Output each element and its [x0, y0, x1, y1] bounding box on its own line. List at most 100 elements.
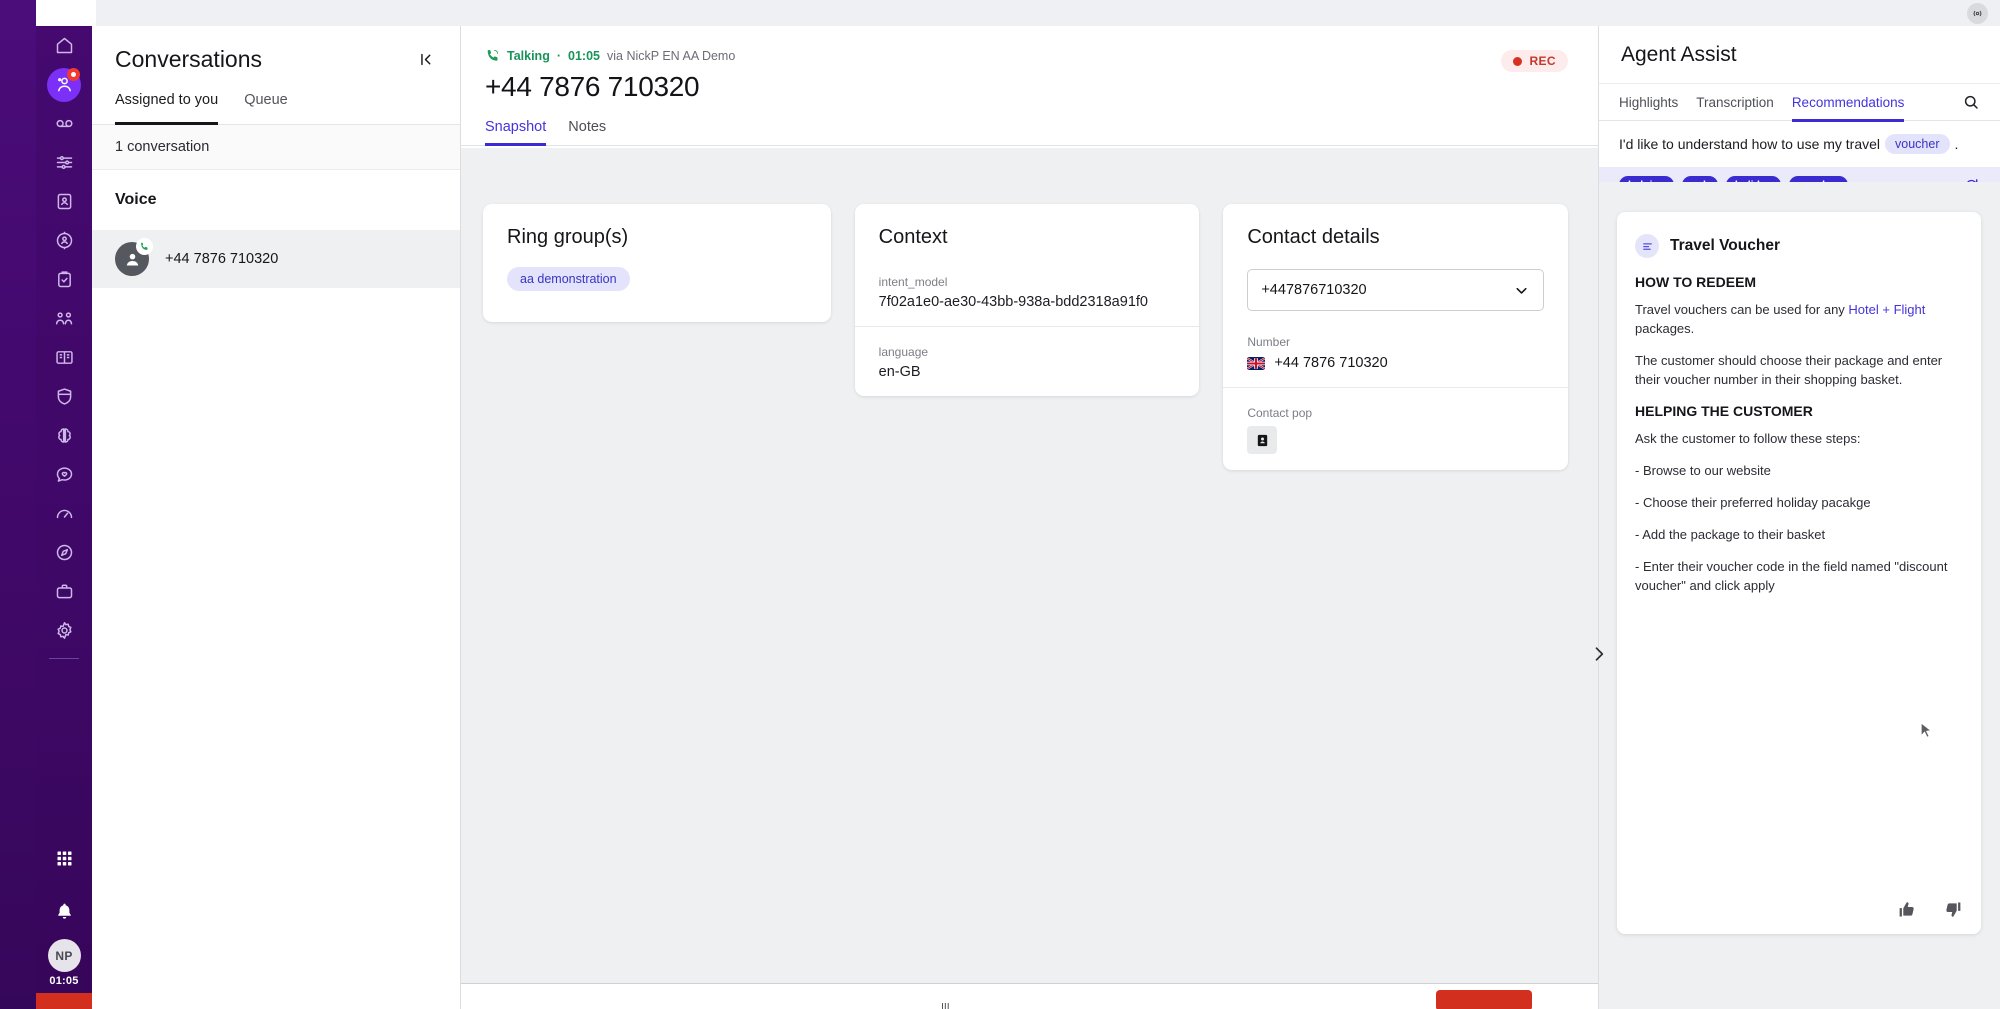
sidebar-item-contacts[interactable] — [36, 182, 92, 221]
sidebar-item-feedback[interactable] — [36, 455, 92, 494]
contact-details-title: Contact details — [1247, 226, 1380, 248]
contact-details-card: Contact details +447876710320 Number +44… — [1223, 204, 1569, 470]
knowledge-card-header: Travel Voucher — [1635, 234, 1963, 258]
page-title: Conversations — [115, 45, 263, 72]
agent-assist-panel: Agent Assist Highlights Transcription Re… — [1595, 26, 2000, 1009]
feedback-buttons — [1897, 899, 1963, 920]
search-icon[interactable] — [1962, 93, 1980, 111]
sidebar-item-campaigns[interactable] — [36, 221, 92, 260]
browser-tab-stub — [36, 0, 96, 26]
snapshot-cards: Ring group(s) aa demonstration Context i… — [461, 148, 1598, 983]
contact-pop-row: Contact pop — [1223, 387, 1569, 470]
kb-paragraph-2: The customer should choose their package… — [1635, 352, 1943, 387]
call-number: +44 7876 710320 — [485, 71, 700, 102]
utterance-before: I'd like to understand how to use my tra… — [1619, 136, 1881, 152]
end-call-button[interactable] — [1436, 990, 1532, 1009]
sidebar-item-quality[interactable] — [36, 377, 92, 416]
kb-paragraph-3: Ask the customer to follow these steps: — [1635, 431, 1861, 447]
context-label: language — [878, 345, 929, 359]
chevron-right-icon[interactable] — [1589, 644, 1609, 669]
contact-select-value: +447876710320 — [1261, 282, 1367, 298]
kb-p1-before: Travel vouchers can be used for any — [1635, 302, 1849, 317]
kb-step-1: - Browse to our website — [1635, 463, 1771, 479]
rail-divider — [49, 658, 79, 659]
window-top-strip — [0, 0, 2000, 26]
call-duration: 01:05 — [568, 48, 600, 63]
sidebar-item-performance[interactable] — [36, 494, 92, 533]
conversations-header: Conversations — [92, 26, 460, 92]
contact-number-label: Number — [1247, 335, 1291, 349]
rail-timer: 01:05 — [49, 975, 79, 987]
conversations-panel: Conversations Assigned to you Queue 1 co… — [92, 26, 461, 1009]
tab-snapshot[interactable]: Snapshot — [485, 119, 547, 146]
control-keypad[interactable]: ||| — [941, 1002, 950, 1009]
ring-groups-card: Ring group(s) aa demonstration — [483, 204, 831, 322]
sidebar-item-queues[interactable] — [36, 143, 92, 182]
tab-recommendations[interactable]: Recommendations — [1791, 83, 1904, 122]
utterance-highlight[interactable]: voucher — [1885, 134, 1950, 154]
mouse-cursor — [1920, 722, 1932, 738]
tab-queue[interactable]: Queue — [244, 92, 288, 124]
control-record[interactable] — [801, 1002, 804, 1009]
call-controls-bar: ||| — [461, 983, 1598, 1009]
rail-status-bar[interactable] — [36, 993, 92, 1009]
context-row-language: language en-GB — [854, 326, 1200, 396]
context-value: 7f02a1e0-ae30-43bb-938a-bdd2318a91f0 — [878, 294, 1148, 310]
notification-badge — [67, 68, 80, 81]
conversation-count: 1 conversation — [92, 125, 460, 170]
list-item[interactable]: +44 7876 710320 — [92, 230, 460, 288]
app-rail: NP 01:05 — [36, 26, 92, 1009]
sidebar-item-voicemail[interactable] — [36, 104, 92, 143]
bell-icon[interactable] — [36, 892, 92, 931]
ring-groups-title: Ring group(s) — [507, 226, 629, 248]
sidebar-item-conversations[interactable] — [36, 65, 92, 104]
context-title: Context — [878, 226, 948, 248]
collapse-panel-icon[interactable] — [417, 51, 434, 68]
tab-transcription[interactable]: Transcription — [1696, 83, 1774, 121]
sidebar-item-tasks[interactable] — [36, 260, 92, 299]
uk-flag-icon — [1247, 356, 1266, 370]
contact-select[interactable]: +447876710320 — [1247, 269, 1545, 311]
sidebar-item-teams[interactable] — [36, 299, 92, 338]
call-status-separator: · — [556, 48, 562, 63]
call-workspace: Talking · 01:05 via NickP EN AA Demo +44… — [461, 26, 1598, 983]
kb-link-hotel-flight[interactable]: Hotel + Flight — [1848, 302, 1925, 317]
control-hold[interactable] — [531, 1002, 534, 1009]
sidebar-item-knowledge[interactable] — [36, 338, 92, 377]
phone-icon — [136, 238, 153, 255]
sidebar-item-ai[interactable] — [36, 416, 92, 455]
context-value: en-GB — [878, 364, 921, 380]
tab-notes[interactable]: Notes — [568, 119, 606, 145]
agent-assist-title: Agent Assist — [1621, 42, 1737, 66]
person-icon — [115, 238, 153, 276]
sidebar-item-home[interactable] — [36, 26, 92, 65]
tab-highlights[interactable]: Highlights — [1619, 83, 1678, 121]
avatar-initials: NP — [55, 948, 73, 963]
conversation-group-voice: Voice — [115, 191, 157, 208]
thumbs-up-icon[interactable] — [1897, 899, 1918, 920]
agent-assist-header: Agent Assist — [1599, 26, 2000, 83]
sidebar-item-workspace[interactable] — [36, 572, 92, 611]
contact-card-icon[interactable] — [1247, 426, 1278, 454]
control-transfer[interactable] — [1066, 1002, 1069, 1009]
article-icon — [1635, 234, 1659, 258]
record-dot-icon — [1513, 56, 1523, 66]
call-tabs: Snapshot Notes — [461, 103, 1598, 146]
agent-assist-tabs: Highlights Transcription Recommendations — [1599, 83, 2000, 122]
context-card: Context intent_model 7f02a1e0-ae30-43bb-… — [854, 204, 1200, 396]
context-label: intent_model — [878, 275, 948, 289]
kb-paragraph-1: Travel vouchers can be used for any Hote… — [1635, 301, 1963, 339]
conversations-tabs: Assigned to you Queue — [92, 92, 460, 125]
avatar[interactable]: NP — [47, 939, 81, 972]
knowledge-card-title: Travel Voucher — [1670, 237, 1780, 254]
control-mute[interactable] — [683, 1002, 686, 1009]
sidebar-item-settings[interactable] — [36, 611, 92, 650]
broadcast-icon[interactable] — [1967, 3, 1988, 24]
kb-step-2: - Choose their preferred holiday pacakge — [1635, 495, 1871, 511]
phone-in-call-icon — [485, 48, 500, 63]
thumbs-down-icon[interactable] — [1942, 899, 1963, 920]
ring-group-chip[interactable]: aa demonstration — [507, 267, 630, 291]
grid-apps-icon[interactable] — [36, 839, 92, 878]
sidebar-item-explore[interactable] — [36, 533, 92, 572]
tab-assigned-to-you[interactable]: Assigned to you — [115, 92, 219, 125]
